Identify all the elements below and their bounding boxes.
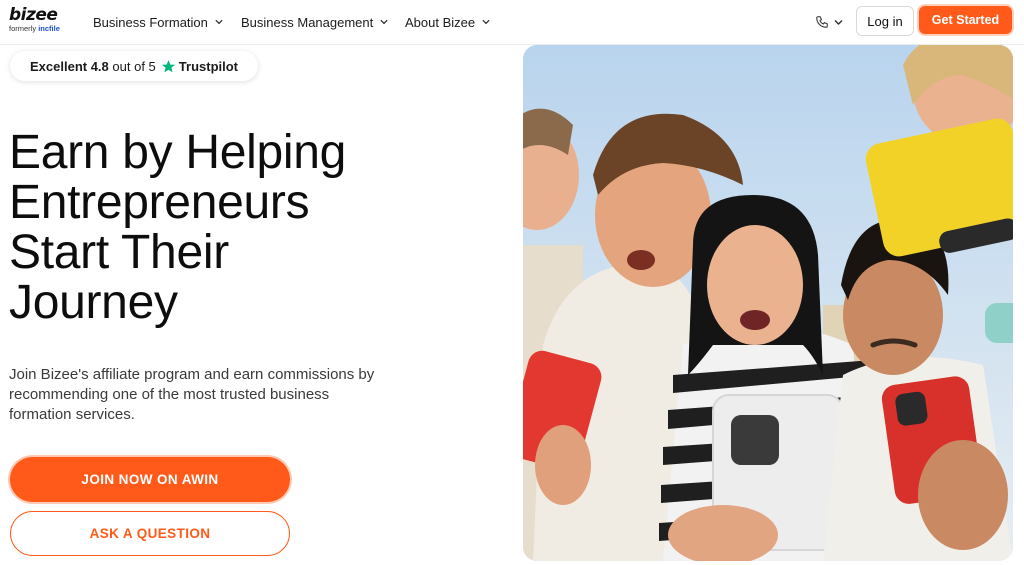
headline-line: Journey (9, 276, 178, 329)
chevron-down-icon (380, 19, 388, 24)
nav-label: Business Formation (93, 14, 208, 30)
logo-sub-prefix: formerly (9, 24, 37, 33)
logo-subtitle: formerly incfile (9, 24, 69, 33)
headline-line: Start Their (9, 226, 229, 279)
nav-about-bizee[interactable]: About Bizee (405, 0, 490, 44)
logo-wordmark: bizee (9, 5, 58, 25)
chevron-down-icon (215, 19, 223, 24)
chevron-down-icon (482, 19, 490, 24)
nav-label: About Bizee (405, 14, 476, 30)
hero-description: Join Bizee's affiliate program and earn … (9, 366, 375, 423)
ask-question-button[interactable]: ASK A QUESTION (10, 511, 290, 556)
trustpilot-rating-badge[interactable]: Excellent 4.8 out of 5 Trustpilot (10, 51, 258, 81)
site-header: bizee formerly incfile Business Formatio… (0, 0, 1024, 45)
hero-photo (523, 45, 1013, 561)
logo-sub-brand: incfile (38, 24, 60, 33)
hero-headline: Earn by Helping Entrepreneurs Start Thei… (9, 128, 489, 328)
phone-icon (816, 16, 828, 28)
nav-business-formation[interactable]: Business Formation (93, 0, 223, 44)
phone-menu-button[interactable] (815, 13, 845, 31)
bizee-logo[interactable]: bizee formerly incfile (9, 6, 69, 36)
join-now-awin-button[interactable]: JOIN NOW ON AWIN (10, 457, 290, 502)
nav-business-management[interactable]: Business Management (241, 0, 388, 44)
rating-text: Excellent 4.8 (30, 58, 109, 74)
headline-line: Earn by Helping (9, 126, 347, 179)
rating-out-of: out of 5 (112, 58, 156, 74)
get-started-button[interactable]: Get Started (919, 6, 1012, 34)
chevron-down-icon (834, 19, 843, 25)
headline-line: Entrepreneurs (9, 176, 310, 229)
login-button[interactable]: Log in (856, 6, 914, 36)
nav-label: Business Management (241, 14, 374, 30)
star-icon (161, 59, 175, 72)
friends-looking-at-phones-illustration (523, 45, 1013, 561)
trustpilot-brand: Trustpilot (178, 58, 238, 74)
